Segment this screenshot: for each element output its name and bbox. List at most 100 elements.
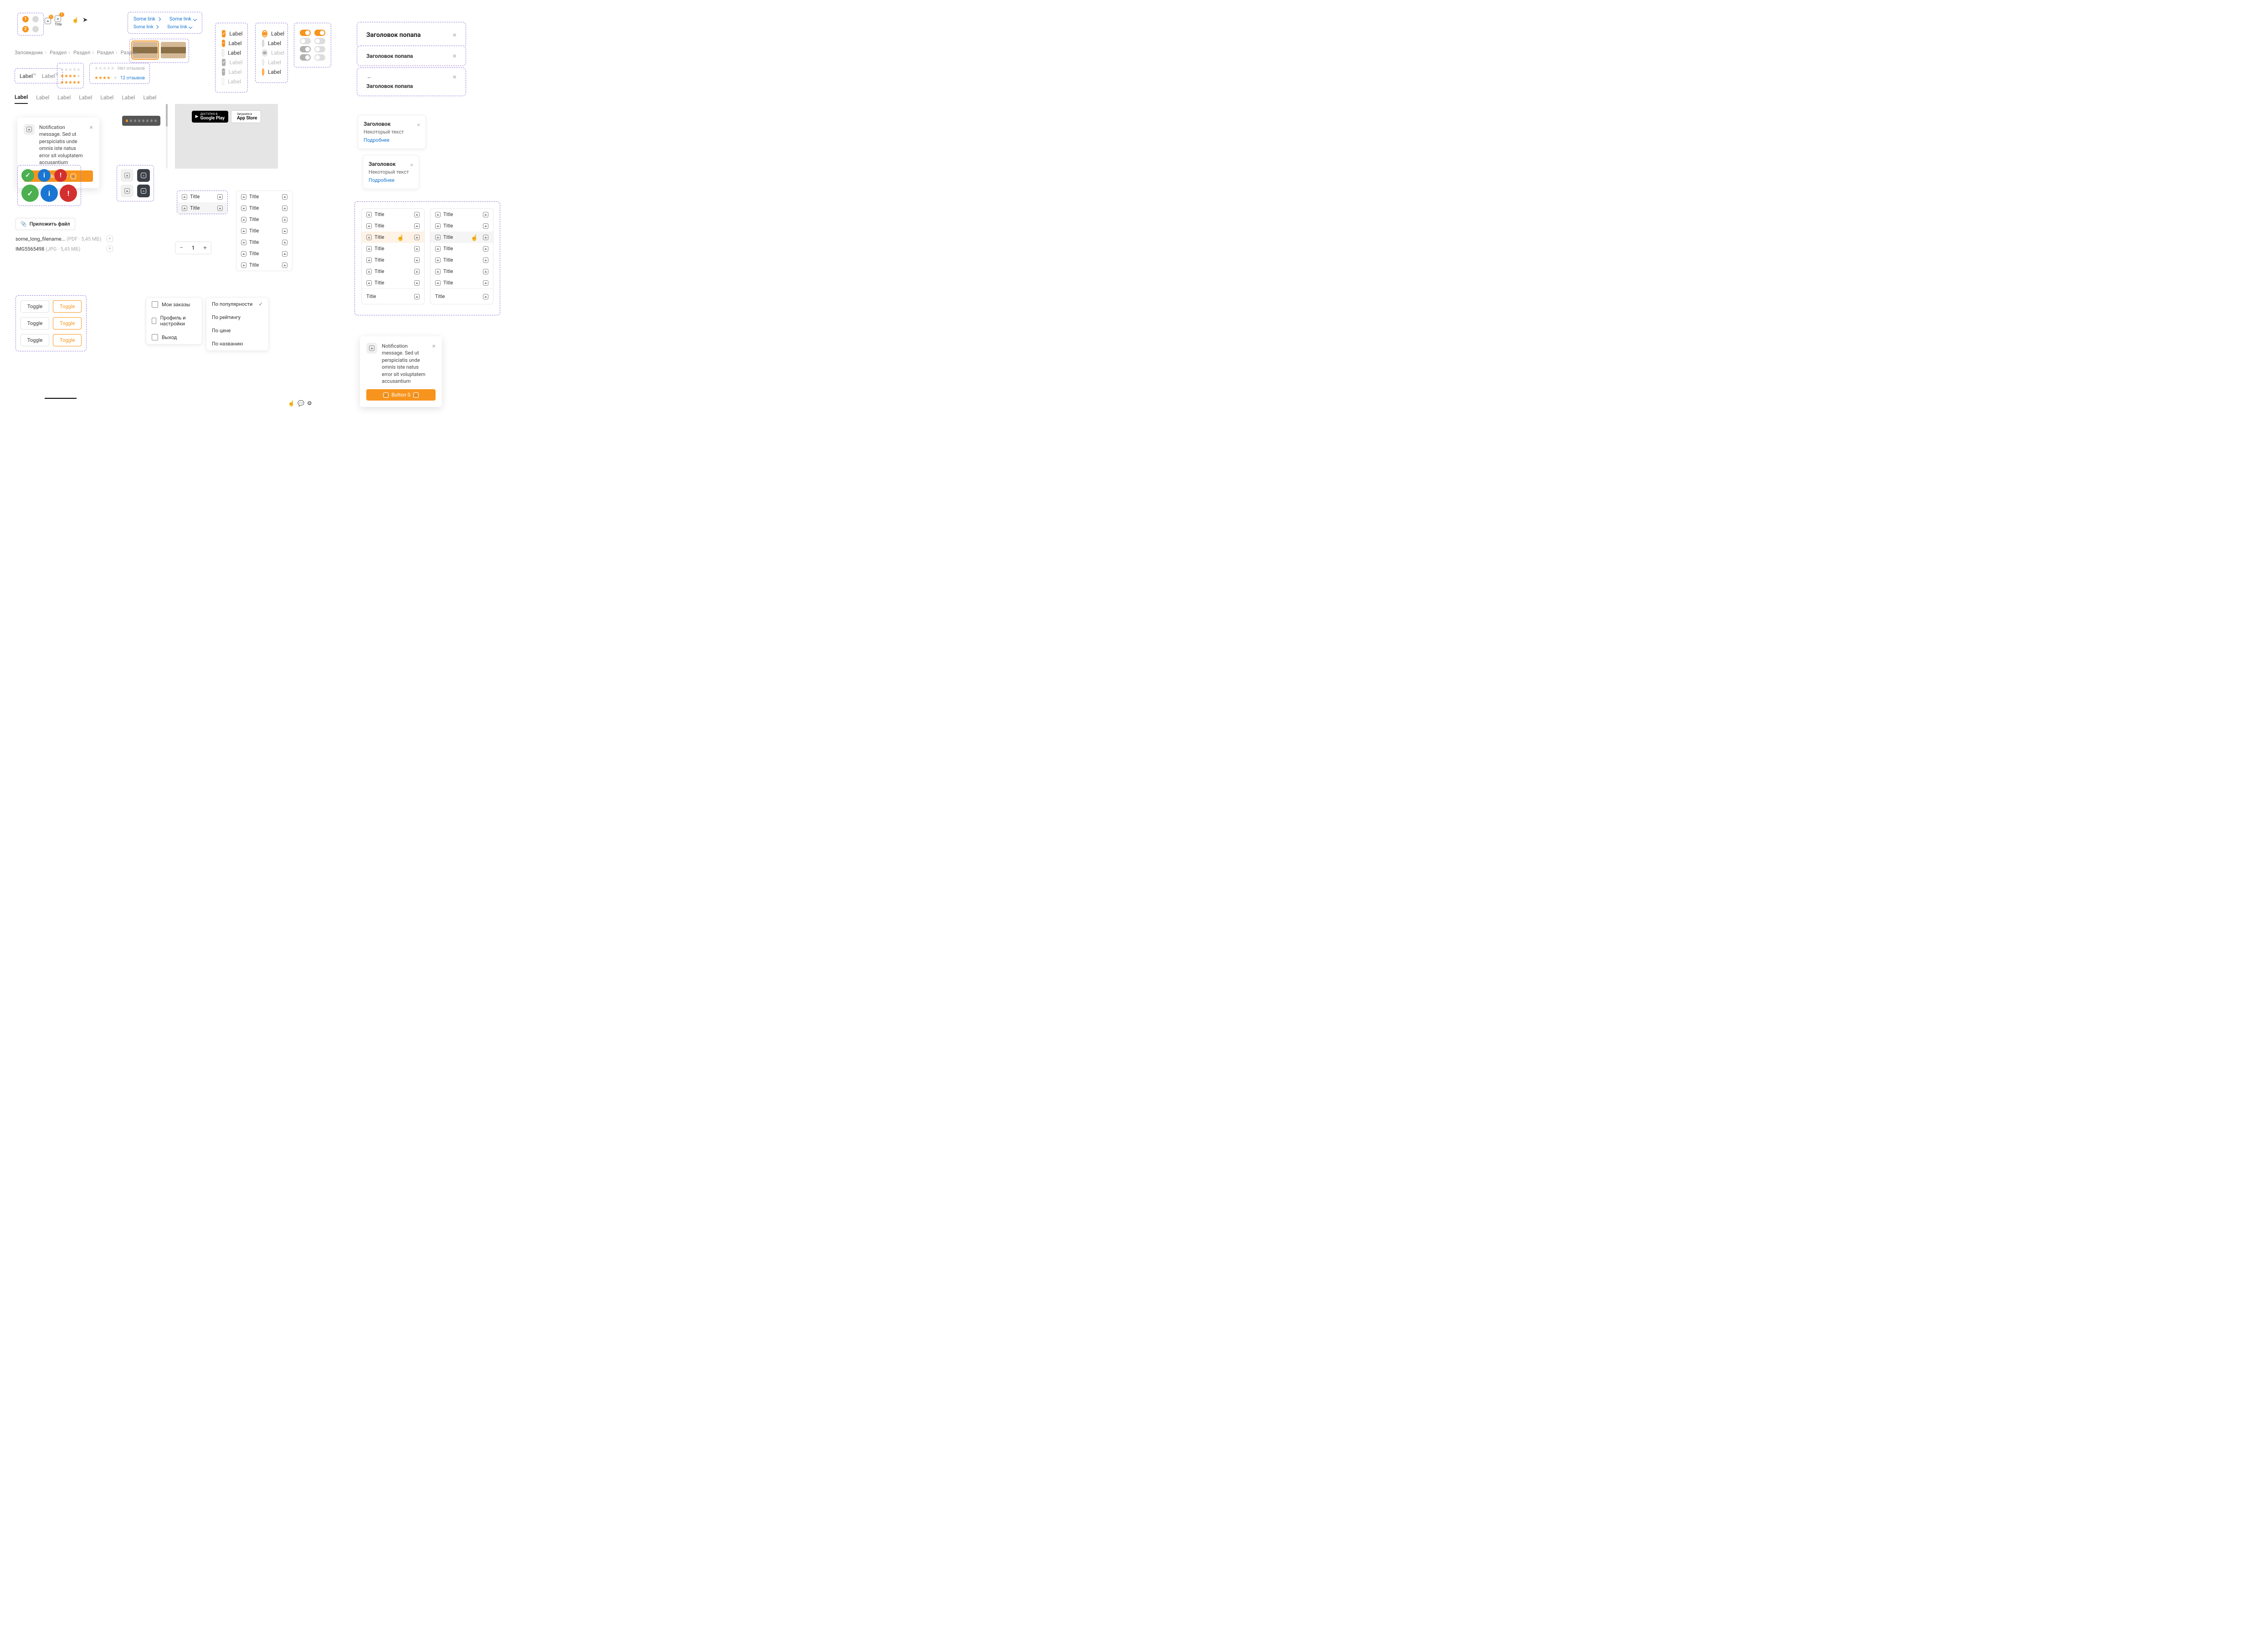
list-item[interactable]: Title: [431, 266, 493, 277]
dot-4[interactable]: [138, 119, 140, 122]
label-sup-1[interactable]: LabelN: [20, 73, 36, 79]
file-remove[interactable]: ×: [107, 236, 113, 242]
list-item[interactable]: Title: [236, 237, 292, 248]
notif-button[interactable]: Button S: [366, 389, 436, 401]
rd-unchecked[interactable]: Label: [262, 40, 281, 47]
stepper-plus[interactable]: +: [199, 242, 211, 254]
crumb-2[interactable]: Раздел: [73, 50, 90, 56]
toggle-btn-4[interactable]: Toggle: [53, 317, 82, 329]
cb-checked[interactable]: ✓Label: [222, 30, 241, 37]
link-d[interactable]: Some link: [167, 25, 192, 30]
close-icon[interactable]: ×: [452, 51, 457, 60]
square-light-2[interactable]: [121, 185, 133, 197]
tab-5[interactable]: Label: [122, 92, 135, 103]
square-dark-1[interactable]: [137, 169, 150, 182]
list-item[interactable]: Title: [236, 214, 292, 225]
list-item[interactable]: Title: [236, 259, 292, 271]
list-item[interactable]: Title: [431, 243, 493, 254]
thumbnail-2[interactable]: [161, 42, 186, 58]
list-item-hover[interactable]: Title: [431, 232, 493, 243]
stepper-input[interactable]: [187, 242, 199, 254]
dot-2[interactable]: [130, 119, 132, 122]
toggle-btn-3[interactable]: Toggle: [21, 317, 49, 329]
close-icon[interactable]: ×: [410, 162, 413, 168]
list-item[interactable]: Title: [362, 254, 424, 266]
list-item[interactable]: Title: [431, 254, 493, 266]
toggle-btn-2[interactable]: Toggle: [53, 300, 82, 313]
list-item[interactable]: Title: [431, 220, 493, 232]
list-item[interactable]: Title: [362, 209, 424, 220]
list-item[interactable]: Title: [362, 220, 424, 232]
link-b[interactable]: Some link: [169, 16, 196, 22]
dot-8[interactable]: [154, 119, 157, 122]
menu-orders[interactable]: Мои заказы: [146, 298, 202, 311]
link-a[interactable]: Some link: [133, 16, 160, 22]
scrollbar-track[interactable]: [166, 104, 168, 169]
list-item-selected[interactable]: Title: [362, 232, 424, 243]
scrollbar-thumb[interactable]: [166, 104, 168, 127]
icon-button-2[interactable]: 1 Title: [55, 15, 62, 26]
list-item[interactable]: Title: [177, 191, 227, 202]
close-icon[interactable]: ×: [452, 31, 457, 39]
list-item[interactable]: Title: [362, 277, 424, 288]
close-icon[interactable]: ×: [432, 343, 436, 350]
tab-2[interactable]: Label: [57, 92, 71, 103]
crumb-0[interactable]: Заповедник: [15, 50, 43, 56]
list-item[interactable]: Title: [431, 277, 493, 288]
cb-unchecked[interactable]: Label: [222, 49, 241, 57]
close-icon[interactable]: ×: [90, 124, 93, 131]
step-2[interactable]: 2: [22, 26, 29, 32]
square-light-1[interactable]: [121, 169, 133, 182]
toggle-btn-6[interactable]: Toggle: [53, 334, 82, 346]
list-item[interactable]: Title: [236, 248, 292, 259]
stars-reviews[interactable]: ★★★★★ 12 отзывов: [94, 76, 145, 81]
icon-button-1[interactable]: 1: [45, 17, 51, 24]
attach-button[interactable]: 📎 Приложить файл: [15, 218, 75, 230]
list-item[interactable]: Title: [236, 225, 292, 237]
menu-exit[interactable]: Выход: [146, 330, 202, 344]
sort-name[interactable]: По названию: [206, 337, 268, 350]
tab-6[interactable]: Label: [143, 92, 156, 103]
list-item[interactable]: Title: [431, 209, 493, 220]
sort-price[interactable]: По цене: [206, 324, 268, 337]
tooltip-link[interactable]: Подробнее: [369, 177, 395, 183]
app-store-badge[interactable]: Загрузите вApp Store: [231, 110, 261, 123]
toggle-off-2[interactable]: [314, 38, 325, 44]
tab-0[interactable]: Label: [15, 91, 28, 104]
close-icon[interactable]: ×: [417, 122, 420, 128]
toggle-btn-1[interactable]: Toggle: [21, 300, 49, 313]
list-footer[interactable]: Title: [362, 288, 424, 304]
list-item[interactable]: Title: [362, 243, 424, 254]
file-remove[interactable]: ×: [107, 246, 113, 252]
dot-1[interactable]: [126, 119, 128, 122]
crumb-3[interactable]: Раздел: [97, 50, 114, 56]
menu-profile[interactable]: Профиль и настройки: [146, 311, 202, 330]
label-sup-2[interactable]: LabelN: [42, 73, 58, 79]
dot-3[interactable]: [134, 119, 136, 122]
link-c[interactable]: Some link: [133, 25, 158, 30]
tooltip-link[interactable]: Подробнее: [364, 137, 390, 143]
list-item[interactable]: Title: [362, 266, 424, 277]
step-1[interactable]: 1: [22, 16, 29, 22]
google-play-badge[interactable]: ▶ ДОСТУПНО ВGoogle Play: [192, 111, 229, 123]
sort-rating[interactable]: По рейтингу: [206, 311, 268, 324]
dot-6[interactable]: [146, 119, 149, 122]
tab-4[interactable]: Label: [100, 92, 113, 103]
back-arrow-icon[interactable]: ←: [366, 73, 373, 81]
rd-checked[interactable]: Label: [262, 30, 281, 37]
dot-5[interactable]: [142, 119, 144, 122]
stepper-minus[interactable]: −: [175, 242, 187, 254]
list-item[interactable]: Title: [236, 191, 292, 202]
rd-orange-ring[interactable]: Label: [262, 68, 281, 76]
tab-1[interactable]: Label: [36, 92, 49, 103]
toggle-on-1[interactable]: [300, 30, 311, 36]
tab-3[interactable]: Label: [79, 92, 92, 103]
list-footer[interactable]: Title: [431, 288, 493, 304]
cb-minus[interactable]: –Label: [222, 40, 241, 47]
toggle-btn-5[interactable]: Toggle: [21, 334, 49, 346]
crumb-1[interactable]: Раздел: [50, 50, 67, 56]
dot-7[interactable]: [150, 119, 153, 122]
toggle-off-1[interactable]: [300, 38, 311, 44]
square-dark-2[interactable]: [137, 185, 150, 197]
list-item[interactable]: Title: [236, 202, 292, 214]
